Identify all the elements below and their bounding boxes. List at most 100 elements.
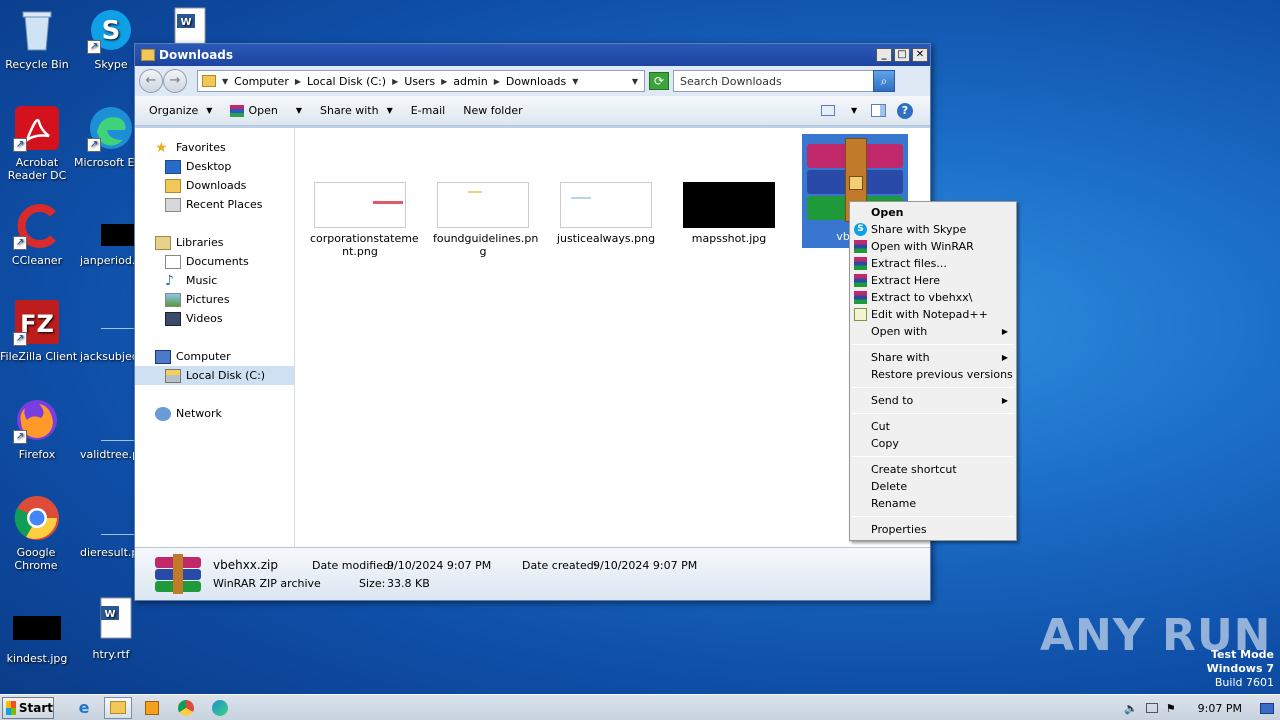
breadcrumb-local-disk[interactable]: Local Disk (C:) — [307, 75, 386, 88]
command-bar: Organize ▼ Open ▼ Share with ▼ E-mail New f… — [135, 96, 930, 126]
context-menu: Open S Share with Skype Open with WinRAR … — [849, 201, 1017, 541]
file-item[interactable]: justicealways.png — [556, 182, 656, 245]
back-button[interactable]: ← — [139, 69, 163, 93]
menu-label: Share with Skype — [871, 223, 967, 236]
breadcrumb-computer[interactable]: Computer — [234, 75, 289, 88]
chevron-right-icon[interactable]: ▶ — [494, 77, 500, 86]
minimize-button[interactable]: _ — [876, 48, 892, 62]
menu-item-open-with[interactable]: Open with ▶ — [850, 323, 1016, 340]
maximize-button[interactable]: □ — [894, 48, 910, 62]
menu-item-send-to[interactable]: Send to ▶ — [850, 392, 1016, 409]
organize-button[interactable]: Organize ▼ — [149, 104, 212, 117]
refresh-icon[interactable]: ⟳ — [649, 72, 669, 90]
drive-icon — [165, 368, 181, 383]
menu-item-extract-to[interactable]: Extract to vbehxx\ — [850, 289, 1016, 306]
menu-item-copy[interactable]: Copy — [850, 435, 1016, 452]
file-item[interactable]: corporationstateme nt.png — [310, 182, 419, 258]
nav-pictures[interactable]: Pictures — [135, 290, 294, 309]
new-folder-button[interactable]: New folder — [463, 104, 522, 117]
address-dropdown-icon[interactable]: ▼ — [632, 77, 638, 86]
skype-icon: S ↗ — [87, 6, 135, 54]
menu-item-edit-notepadpp[interactable]: Edit with Notepad++ — [850, 306, 1016, 323]
menu-item-restore-versions[interactable]: Restore previous versions — [850, 366, 1016, 383]
new-folder-label: New folder — [463, 104, 523, 117]
menu-item-rename[interactable]: Rename — [850, 495, 1016, 512]
nav-libraries[interactable]: Libraries — [135, 233, 294, 252]
test-mode-line: Build 7601 — [1214, 676, 1274, 689]
view-options-icon[interactable] — [821, 105, 835, 116]
email-button[interactable]: E-mail — [411, 104, 446, 117]
breadcrumb-users[interactable]: Users — [404, 75, 435, 88]
taskbar-explorer[interactable] — [104, 696, 132, 719]
chevron-down-icon[interactable]: ▼ — [851, 106, 857, 115]
forward-button[interactable]: → — [163, 69, 187, 93]
desktop-icon-chrome[interactable]: Google Chrome — [0, 494, 74, 572]
desktop-icon-ccleaner[interactable]: ↗ CCleaner — [0, 202, 74, 267]
file-item[interactable]: mapsshot.jpg — [679, 182, 779, 245]
taskbar: Start e 🔈 ⚑ 9:07 PM — [0, 694, 1280, 720]
taskbar-media-player[interactable] — [138, 697, 166, 719]
taskbar-edge[interactable] — [206, 697, 234, 719]
menu-label: Share with — [871, 351, 930, 364]
search-input[interactable]: Search Downloads ⌕ — [673, 70, 895, 92]
nav-videos[interactable]: Videos — [135, 309, 294, 328]
menu-item-delete[interactable]: Delete — [850, 478, 1016, 495]
desktop-icon-filezilla[interactable]: FZ ↗ FileZilla Client — [0, 298, 77, 363]
show-desktop-icon[interactable] — [1260, 702, 1274, 714]
desktop-icon-firefox[interactable]: ↗ Firefox — [0, 396, 74, 461]
action-center-flag-icon[interactable]: ⚑ — [1166, 702, 1176, 715]
chevron-right-icon[interactable]: ▶ — [392, 77, 398, 86]
clock[interactable]: 9:07 PM — [1198, 702, 1242, 715]
nav-local-disk[interactable]: Local Disk (C:) — [135, 366, 294, 385]
chevron-down-icon[interactable]: ▼ — [572, 77, 578, 86]
chevron-right-icon[interactable]: ▼ — [222, 77, 228, 86]
preview-pane-icon[interactable] — [871, 104, 886, 117]
nav-computer[interactable]: Computer — [135, 347, 294, 366]
nav-favorites[interactable]: ★ Favorites — [135, 138, 294, 157]
desktop-icon-label: Recycle Bin — [5, 58, 69, 71]
taskbar-chrome[interactable] — [172, 697, 200, 719]
desktop-icon-acrobat[interactable]: ↗ Acrobat Reader DC — [0, 104, 74, 182]
chevron-right-icon[interactable]: ▶ — [295, 77, 301, 86]
network-tray-icon[interactable] — [1145, 703, 1158, 713]
nav-desktop[interactable]: Desktop — [135, 157, 294, 176]
chevron-right-icon[interactable]: ▶ — [441, 77, 447, 86]
submenu-arrow-icon: ▶ — [1001, 353, 1008, 362]
search-icon[interactable]: ⌕ — [873, 70, 895, 92]
menu-item-extract-here[interactable]: Extract Here — [850, 272, 1016, 289]
speaker-icon[interactable]: 🔈 — [1124, 702, 1138, 715]
chevron-down-icon: ▼ — [386, 106, 393, 115]
open-button[interactable]: Open ▼ — [230, 104, 302, 117]
desktop-icon-htry[interactable]: W htry.rtf — [74, 596, 148, 661]
nav-recent-places[interactable]: Recent Places — [135, 195, 294, 214]
menu-item-create-shortcut[interactable]: Create shortcut — [850, 461, 1016, 478]
address-bar[interactable]: ▼ Computer ▶ Local Disk (C:) ▶ Users ▶ a… — [197, 70, 645, 92]
menu-label: Extract to vbehxx\ — [871, 291, 973, 304]
title-bar[interactable]: Downloads _ □ ✕ — [135, 44, 930, 66]
menu-item-properties[interactable]: Properties — [850, 521, 1016, 538]
desktop-icon-kindest[interactable]: kindest.jpg — [0, 600, 74, 665]
menu-item-open-winrar[interactable]: Open with WinRAR — [850, 238, 1016, 255]
nav-music[interactable]: ♪ Music — [135, 271, 294, 290]
breadcrumb-downloads[interactable]: Downloads — [506, 75, 566, 88]
start-button[interactable]: Start — [2, 696, 54, 719]
menu-item-cut[interactable]: Cut — [850, 418, 1016, 435]
taskbar-ie[interactable]: e — [70, 697, 98, 719]
desktop-icon — [165, 159, 181, 174]
menu-item-share-skype[interactable]: S Share with Skype — [850, 221, 1016, 238]
nav-documents[interactable]: Documents — [135, 252, 294, 271]
desktop-icon-recycle-bin[interactable]: Recycle Bin — [0, 6, 74, 71]
menu-item-share-with[interactable]: Share with ▶ — [850, 349, 1016, 366]
nav-network[interactable]: Network — [135, 404, 294, 423]
computer-icon — [155, 349, 171, 364]
share-with-button[interactable]: Share with ▼ — [320, 104, 393, 117]
nav-downloads[interactable]: Downloads — [135, 176, 294, 195]
menu-label: Properties — [871, 523, 927, 536]
menu-item-open[interactable]: Open — [850, 204, 1016, 221]
help-icon[interactable]: ? — [897, 102, 913, 119]
breadcrumb-admin[interactable]: admin — [453, 75, 487, 88]
close-button[interactable]: ✕ — [912, 48, 928, 62]
menu-item-extract-files[interactable]: Extract files... — [850, 255, 1016, 272]
file-item[interactable]: foundguidelines.pn g — [433, 182, 538, 258]
shortcut-arrow-icon: ↗ — [13, 236, 27, 250]
